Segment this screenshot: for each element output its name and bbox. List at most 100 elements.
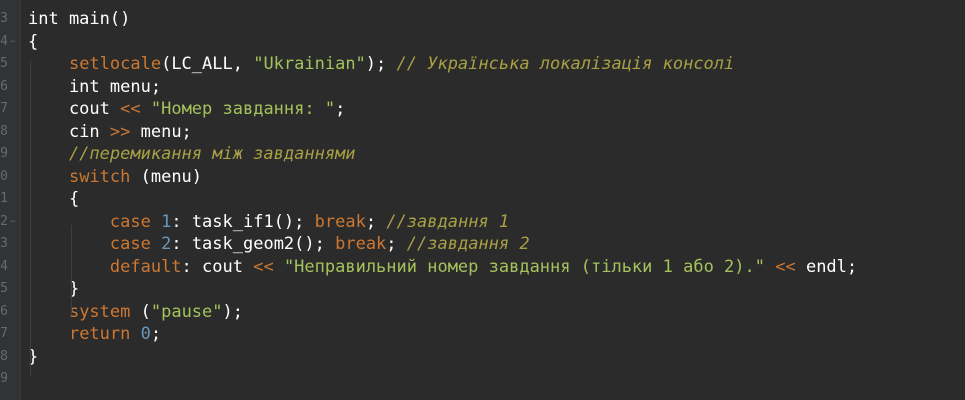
- line-number: 6: [0, 78, 8, 94]
- code-line[interactable]: system ("pause");: [28, 301, 965, 324]
- code-token: case: [109, 234, 151, 254]
- line-number: 0: [0, 168, 8, 184]
- code-token: break: [335, 234, 387, 254]
- code-token: 1: [161, 211, 172, 232]
- code-token: "Номер завдання: ": [150, 99, 336, 119]
- code-token: case: [109, 211, 151, 232]
- code-token: (: [130, 301, 151, 322]
- code-token: <<: [120, 99, 141, 119]
- code-line[interactable]: {: [28, 188, 965, 211]
- line-number: 8: [0, 123, 8, 139]
- code-line[interactable]: switch (menu): [28, 166, 965, 189]
- line-number: 3: [0, 11, 8, 26]
- code-line[interactable]: default: cout << "Неправильний номер зав…: [28, 256, 965, 279]
- code-line[interactable]: setlocale(LC_ALL, "Ukrainian"); // Украї…: [28, 53, 965, 76]
- code-token: ;: [335, 99, 346, 119]
- line-number: 7: [0, 101, 8, 116]
- code-token: ;: [386, 234, 407, 254]
- fold-marker-icon[interactable]: −: [10, 37, 18, 46]
- code-token: );: [222, 301, 243, 322]
- code-token: // Українська локалізація консолі: [396, 54, 735, 74]
- code-line[interactable]: int menu;: [28, 76, 965, 99]
- code-token: {: [28, 31, 39, 52]
- code-line[interactable]: int main(): [28, 8, 965, 31]
- code-line[interactable]: case 1: task_if1(); break; //завдання 1: [28, 211, 965, 234]
- line-number: 1: [0, 191, 8, 206]
- code-token: system: [68, 301, 131, 322]
- code-token: "pause": [150, 301, 223, 322]
- code-token: menu;: [130, 121, 192, 142]
- code-line[interactable]: //перемикання між завданнями: [28, 143, 965, 166]
- code-token: "Ukrainian": [253, 54, 366, 74]
- indent-guide: [30, 61, 31, 376]
- code-token: ;: [150, 324, 162, 344]
- code-token: >>: [109, 121, 131, 142]
- code-token: (menu): [130, 166, 203, 187]
- line-number: 4: [0, 33, 8, 49]
- code-token: : task_geom2();: [171, 234, 336, 254]
- code-token: "Неправильний номер завдання (тільки 1 а…: [283, 256, 765, 277]
- code-line[interactable]: cin >> menu;: [28, 121, 965, 144]
- code-token: : cout: [181, 256, 254, 277]
- code-token: setlocale: [68, 54, 162, 74]
- line-number: 5: [0, 56, 8, 71]
- line-number: 9: [0, 146, 8, 161]
- code-token: cin: [28, 121, 110, 142]
- code-token: endl;: [795, 256, 858, 277]
- line-number: 3: [0, 236, 8, 251]
- code-token: default: [109, 256, 182, 277]
- code-token: //завдання 2: [406, 234, 530, 254]
- code-token: break: [314, 211, 366, 232]
- code-line[interactable]: return 0;: [28, 323, 965, 346]
- indent-guide: [71, 225, 72, 315]
- code-token: : task_if1();: [171, 211, 315, 232]
- code-token: 0: [140, 324, 151, 344]
- line-number-gutter: 2 3 4 5 6 7 8 9 0 1 2 3 4 5 6 7 8 9 − −: [0, 0, 21, 400]
- line-number: 7: [0, 326, 8, 341]
- code-line[interactable]: }: [28, 346, 965, 369]
- code-token: cout: [28, 99, 121, 119]
- code-line[interactable]: [28, 368, 965, 391]
- code-token: <<: [253, 256, 274, 277]
- code-token: return: [68, 324, 131, 344]
- code-token: switch: [68, 166, 131, 187]
- code-token: (LC_ALL,: [161, 54, 254, 74]
- line-number: 6: [0, 303, 8, 319]
- code-line[interactable]: {: [28, 31, 965, 54]
- code-token: ;: [365, 211, 387, 232]
- code-token: {: [28, 189, 80, 209]
- line-number: 5: [0, 281, 8, 296]
- fold-marker-icon[interactable]: −: [10, 217, 18, 226]
- code-token: int menu;: [28, 76, 162, 97]
- code-token: //завдання 1: [386, 211, 510, 232]
- code-line[interactable]: }: [28, 278, 965, 301]
- code-line[interactable]: cout << "Номер завдання: ";: [28, 98, 965, 121]
- code-line[interactable]: case 2: task_geom2(); break; //завдання …: [28, 233, 965, 256]
- code-token: int main(): [28, 9, 131, 29]
- code-token: 2: [161, 234, 172, 254]
- line-number: 2: [0, 213, 8, 229]
- code-token: <<: [775, 256, 796, 277]
- line-number: 9: [0, 371, 8, 386]
- code-editor[interactable]: 234567890123456789−− int main(){ setloca…: [0, 0, 965, 400]
- line-number: 4: [0, 258, 8, 274]
- line-number: 8: [0, 348, 8, 364]
- line-number: 2: [0, 0, 8, 8]
- code-token: );: [365, 54, 397, 74]
- code-token: //перемикання між завданнями: [68, 144, 356, 164]
- code-area[interactable]: int main(){ setlocale(LC_ALL, "Ukrainian…: [28, 8, 965, 391]
